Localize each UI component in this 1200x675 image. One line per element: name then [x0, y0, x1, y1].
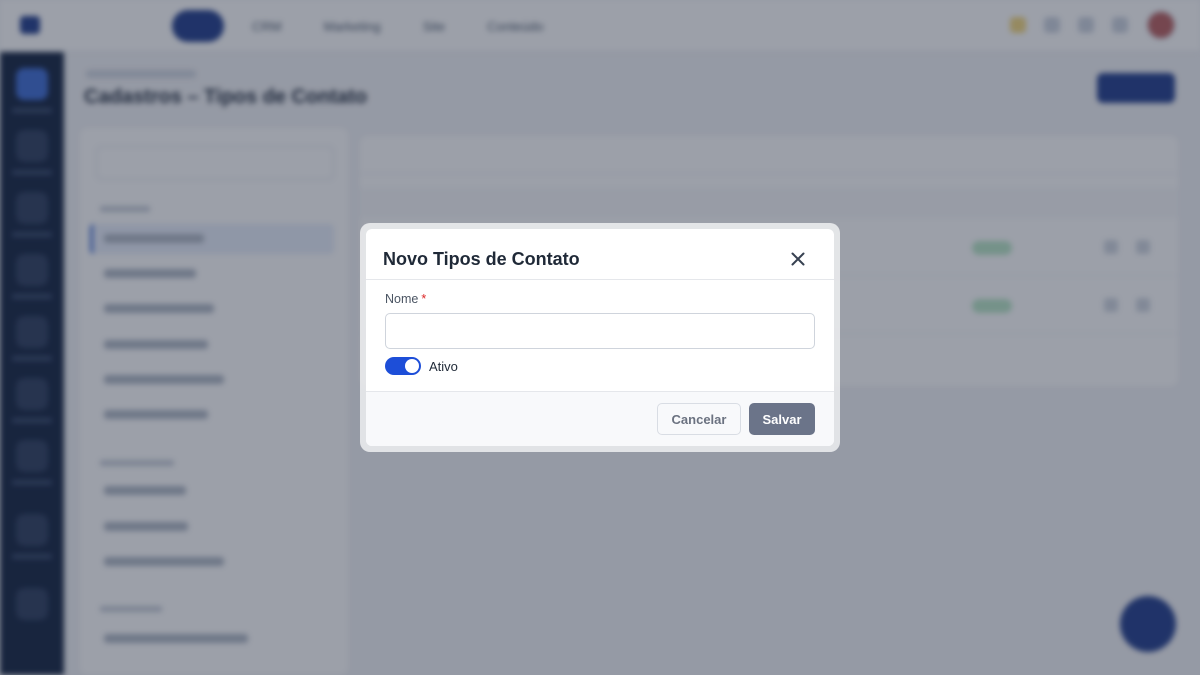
modal-frame: Novo Tipos de Contato Nome * Ativo Cancel…: [360, 223, 840, 452]
modal-footer: Cancelar Salvar: [366, 391, 834, 446]
modal-title: Novo Tipos de Contato: [383, 249, 580, 269]
name-input[interactable]: [385, 313, 815, 349]
name-label-text: Nome: [385, 292, 419, 306]
required-mark: *: [421, 292, 427, 306]
active-toggle-label: Ativo: [429, 359, 458, 374]
toggle-knob: [405, 359, 419, 373]
new-contact-type-modal: Novo Tipos de Contato Nome * Ativo Cancel…: [366, 229, 834, 446]
save-button[interactable]: Salvar: [749, 403, 815, 435]
modal-body: Nome * Ativo: [366, 280, 834, 391]
active-toggle[interactable]: [385, 357, 421, 375]
name-field-label: Nome *: [385, 292, 426, 306]
cancel-button[interactable]: Cancelar: [657, 403, 741, 435]
close-icon: [791, 252, 805, 266]
close-button[interactable]: [788, 249, 808, 269]
modal-header: Novo Tipos de Contato: [366, 229, 834, 280]
